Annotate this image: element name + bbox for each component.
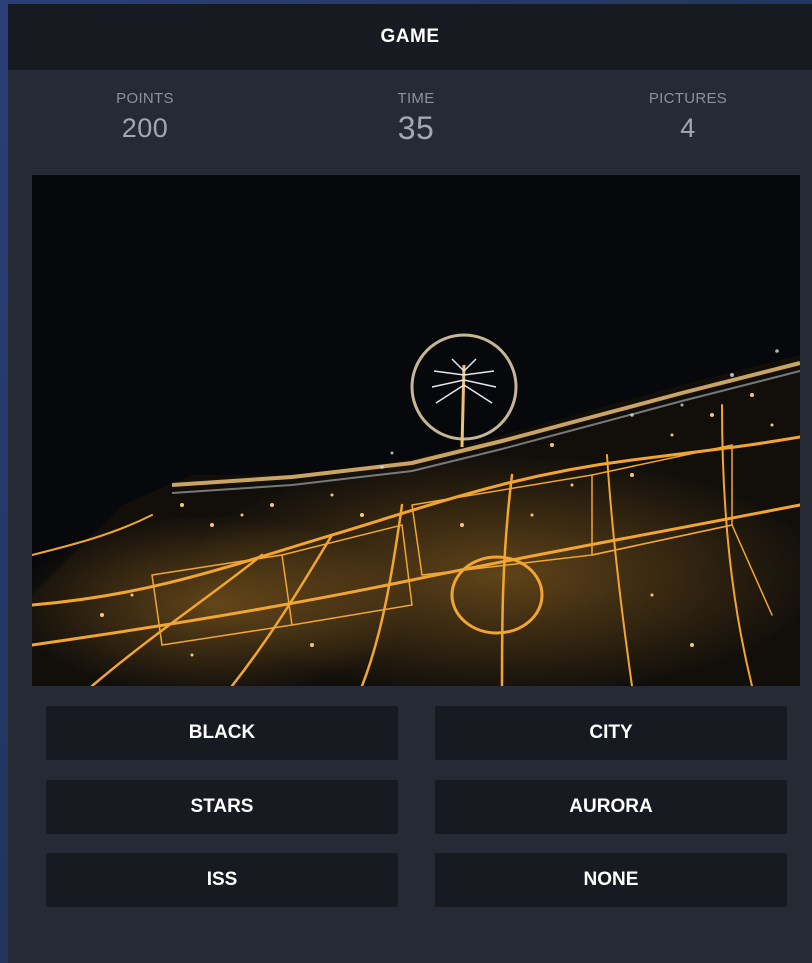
answer-button-aurora[interactable]: AURORA [435,780,787,834]
points-value: 200 [121,113,169,143]
answer-label: NONE [583,869,639,890]
points-label: POINTS [116,90,174,107]
time-value: 35 [397,110,435,146]
stats-bar: POINTS 200 TIME 35 PICTURES 4 [8,90,812,160]
time-stat: TIME 35 [326,90,506,147]
answer-button-stars[interactable]: STARS [46,780,398,834]
answer-label: ISS [206,869,238,890]
time-label: TIME [397,90,435,107]
night-city-photo [32,175,800,686]
points-stat: POINTS 200 [55,90,235,144]
city-lights-illustration [32,175,800,686]
game-panel: GAME POINTS 200 TIME 35 PICTURES 4 BLACK… [8,4,812,963]
pictures-stat: PICTURES 4 [598,90,778,144]
answer-button-iss[interactable]: ISS [46,853,398,907]
answer-button-none[interactable]: NONE [435,853,787,907]
game-header: GAME [8,4,812,70]
answer-label: CITY [589,722,633,743]
game-title: GAME [380,26,440,47]
answer-label: BLACK [188,722,256,743]
answer-button-city[interactable]: CITY [435,706,787,760]
answer-label: STARS [190,796,254,817]
answer-button-black[interactable]: BLACK [46,706,398,760]
pictures-value: 4 [680,113,696,143]
answer-label: AURORA [569,796,653,817]
pictures-label: PICTURES [648,90,728,107]
